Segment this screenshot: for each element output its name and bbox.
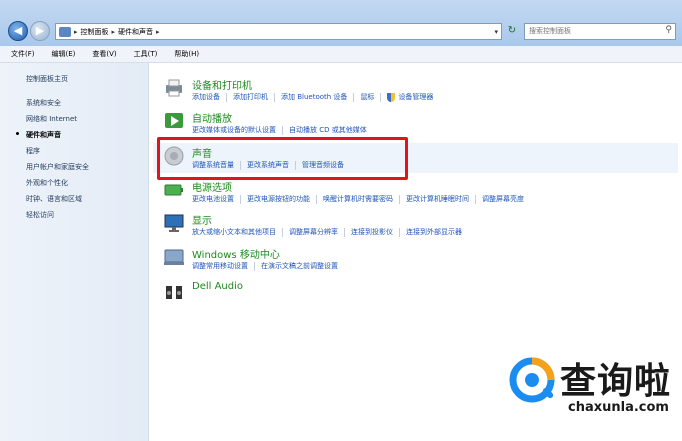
back-button[interactable]: ◀ <box>8 21 28 41</box>
chevron-right-icon[interactable]: ▸ <box>156 28 160 36</box>
search-icon[interactable]: ⚲ <box>665 25 672 35</box>
address-bar[interactable]: ▸ 控制面板 ▸ 硬件和声音 ▸ ▾ <box>55 23 502 40</box>
printer-icon <box>166 79 182 97</box>
autoplay-icon <box>165 113 183 128</box>
menu-view[interactable]: 查看(V) <box>92 49 116 59</box>
forward-button[interactable]: ▶ <box>30 21 50 41</box>
link-divider <box>475 194 476 204</box>
sidebar-item-ease-of-access[interactable]: 轻松访问 <box>26 210 54 220</box>
link-power-button[interactable]: 更改电源按钮的功能 <box>247 194 310 204</box>
category-title[interactable]: Windows 移动中心 <box>192 246 280 261</box>
link-add-bluetooth[interactable]: 添加 Bluetooth 设备 <box>281 92 347 102</box>
sidebar: 控制面板主页 系统和安全 网络和 Internet 硬件和声音 程序 用户帐户和… <box>0 63 149 441</box>
control-panel-icon <box>59 26 71 37</box>
category-title[interactable]: 设备和打印机 <box>192 77 252 92</box>
chevron-down-icon[interactable]: ▾ <box>494 28 498 36</box>
menu-help[interactable]: 帮助(H) <box>174 49 199 59</box>
link-divider <box>282 227 283 237</box>
link-battery-settings[interactable]: 更改电池设置 <box>192 194 234 204</box>
link-autoplay-cd[interactable]: 自动播放 CD 或其他媒体 <box>289 125 367 135</box>
category-title[interactable]: Dell Audio <box>192 281 243 292</box>
link-divider <box>353 92 355 102</box>
link-projector[interactable]: 连接到投影仪 <box>351 227 393 237</box>
link-divider <box>240 194 241 204</box>
chevron-right-icon[interactable]: ▸ <box>112 28 116 36</box>
link-mouse[interactable]: 鼠标 <box>360 92 374 102</box>
link-external-display[interactable]: 连接到外部显示器 <box>406 227 462 237</box>
sidebar-item-clock-region[interactable]: 时钟、语言和区域 <box>26 194 82 204</box>
menu-tools[interactable]: 工具(T) <box>134 49 158 59</box>
link-divider <box>380 92 382 102</box>
link-text-size[interactable]: 放大或缩小文本和其他项目 <box>192 227 276 237</box>
sidebar-item-network[interactable]: 网络和 Internet <box>26 114 77 124</box>
link-divider <box>254 261 255 271</box>
chevron-right-icon[interactable]: ▸ <box>74 28 78 36</box>
shield-icon <box>387 92 396 102</box>
link-device-manager[interactable]: 设备管理器 <box>398 92 433 102</box>
menu-file[interactable]: 文件(F) <box>11 49 35 59</box>
sidebar-item-appearance[interactable]: 外观和个性化 <box>26 178 68 188</box>
menu-edit[interactable]: 编辑(E) <box>52 49 76 59</box>
refresh-icon[interactable]: ↻ <box>505 24 519 38</box>
link-resolution[interactable]: 调整屏幕分辨率 <box>289 227 338 237</box>
highlight-box <box>157 137 408 180</box>
sidebar-item-user-accounts[interactable]: 用户帐户和家庭安全 <box>26 162 89 172</box>
breadcrumb-hardware-sound[interactable]: 硬件和声音 <box>118 27 153 37</box>
sidebar-item-system-security[interactable]: 系统和安全 <box>26 98 61 108</box>
link-mobility-settings[interactable]: 调整常用移动设置 <box>192 261 248 271</box>
link-divider <box>316 194 317 204</box>
category-title[interactable]: 显示 <box>192 212 212 227</box>
search-box[interactable]: ⚲ <box>524 23 676 40</box>
sidebar-item-home[interactable]: 控制面板主页 <box>26 74 68 84</box>
watermark-logo-icon <box>509 357 555 403</box>
sidebar-item-programs[interactable]: 程序 <box>26 146 40 156</box>
link-divider <box>399 227 400 237</box>
link-divider <box>282 125 283 135</box>
search-input[interactable] <box>525 24 657 37</box>
link-add-printer[interactable]: 添加打印机 <box>233 92 268 102</box>
battery-icon <box>164 184 183 196</box>
link-divider <box>274 92 275 102</box>
link-brightness[interactable]: 调整屏幕亮度 <box>482 194 524 204</box>
link-autoplay-defaults[interactable]: 更改媒体或设备的默认设置 <box>192 125 276 135</box>
display-icon <box>164 214 184 232</box>
link-presentation-settings[interactable]: 在演示文稿之前调整设置 <box>261 261 338 271</box>
dell-audio-icon <box>166 286 182 299</box>
category-title[interactable]: 自动播放 <box>192 110 232 125</box>
watermark-url: chaxunla.com <box>568 400 669 415</box>
window-title-bar: ◀ ▶ ▸ 控制面板 ▸ 硬件和声音 ▸ ▾ ↻ ⚲ <box>0 0 682 46</box>
menu-bar: 文件(F) 编辑(E) 查看(V) 工具(T) 帮助(H) <box>0 46 682 63</box>
link-add-device[interactable]: 添加设备 <box>192 92 220 102</box>
link-sleep-time[interactable]: 更改计算机睡眠时间 <box>406 194 469 204</box>
link-wake-password[interactable]: 唤醒计算机时需要密码 <box>323 194 393 204</box>
link-divider <box>226 92 227 102</box>
current-item-bullet <box>16 132 19 135</box>
link-divider <box>344 227 345 237</box>
mobility-center-icon <box>164 249 184 265</box>
sidebar-item-hardware-sound[interactable]: 硬件和声音 <box>26 130 61 140</box>
watermark-name: 查询啦 <box>560 361 672 402</box>
link-divider <box>399 194 400 204</box>
watermark: 查询啦 chaxunla.com <box>504 350 682 430</box>
category-title[interactable]: 电源选项 <box>192 179 232 194</box>
breadcrumb-control-panel[interactable]: 控制面板 <box>81 27 109 37</box>
